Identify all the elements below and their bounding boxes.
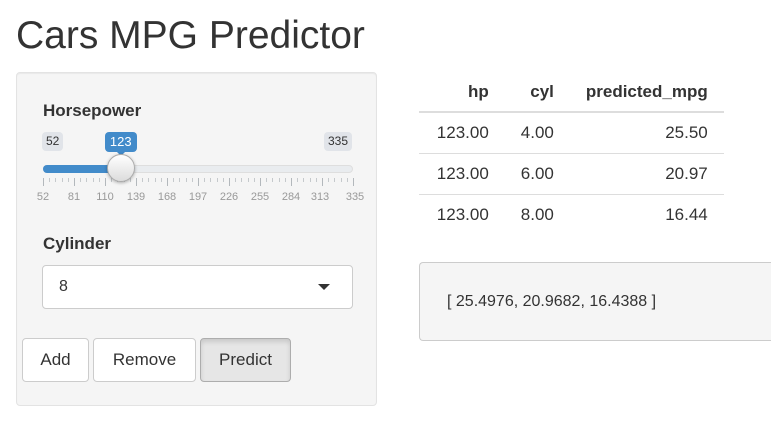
slider-tick-minor	[204, 178, 206, 182]
cylinder-selected-value: 8	[59, 278, 68, 295]
slider-tick-minor	[241, 178, 243, 182]
slider-tick-minor	[160, 178, 162, 182]
slider-tick-major	[74, 178, 75, 186]
slider-tick-minor	[309, 178, 311, 182]
cell-hp: 123.00	[419, 153, 505, 195]
slider-tick-minor	[61, 178, 63, 182]
column-header-hp: hp	[419, 72, 505, 113]
column-header-cyl: cyl	[504, 72, 570, 113]
results-table: hp cyl predicted_mpg 123.00 4.00 25.50 1…	[419, 72, 724, 235]
slider-tick-minor	[340, 178, 342, 182]
cell-cyl: 8.00	[504, 194, 570, 235]
slider-tick-minor	[191, 178, 193, 182]
slider-tick-minor	[235, 178, 237, 182]
slider-tick-label: 197	[188, 191, 208, 203]
slider-tick-major	[43, 178, 44, 186]
slider-tick-major	[167, 178, 168, 186]
slider-tick-minor	[55, 178, 57, 182]
cylinder-label: Cylinder	[43, 234, 112, 253]
slider-tick-label: 52	[36, 191, 50, 203]
slider-tick-major	[136, 178, 137, 186]
remove-button[interactable]: Remove	[93, 338, 196, 382]
slider-tick-minor	[334, 178, 336, 182]
slider-tick-minor	[247, 178, 249, 182]
slider-tick-minor	[86, 178, 88, 182]
table-header-row: hp cyl predicted_mpg	[419, 72, 724, 113]
slider-tick-label: 139	[126, 191, 146, 203]
slider-tick-minor	[328, 178, 330, 182]
input-panel: Horsepower 52 335 123 52 81 110 139 168 197 22…	[16, 72, 377, 406]
cell-cyl: 4.00	[504, 111, 570, 154]
slider-tick-minor	[49, 178, 51, 182]
slider-tick-minor	[80, 178, 82, 182]
slider-tick-minor	[278, 178, 280, 182]
prediction-output: [ 25.4976, 20.9682, 16.4388 ]	[419, 262, 771, 341]
slider-tick-minor	[222, 178, 224, 182]
slider-tick-minor	[185, 178, 187, 182]
slider-tick-minor	[272, 178, 274, 182]
predict-button[interactable]: Predict	[200, 338, 291, 382]
slider-tick-minor	[303, 178, 305, 182]
slider-tick-minor	[98, 178, 100, 182]
slider-tick-label: 313	[310, 191, 330, 203]
slider-tick-minor	[284, 178, 286, 182]
slider-tick-label: 226	[219, 191, 239, 203]
slider-tick-major	[105, 178, 106, 186]
slider-tick-label: 81	[67, 191, 81, 203]
chevron-down-icon	[318, 284, 330, 290]
cell-predicted-mpg: 25.50	[569, 111, 724, 154]
slider-tick-minor	[253, 178, 255, 182]
slider-tick-minor	[216, 178, 218, 182]
slider-tick-label: 335	[345, 191, 365, 203]
page-title: Cars MPG Predictor	[16, 14, 365, 57]
cell-predicted-mpg: 16.44	[569, 194, 724, 235]
slider-tick-label: 284	[281, 191, 301, 203]
slider-tick-major	[291, 178, 292, 186]
slider-tick-minor	[266, 178, 268, 182]
slider-tick-minor	[67, 178, 69, 182]
slider-handle[interactable]	[106, 154, 135, 182]
slider-tick-minor	[297, 178, 299, 182]
add-button[interactable]: Add	[22, 338, 89, 382]
slider-tick-major	[353, 178, 354, 186]
table-row: 123.00 4.00 25.50	[419, 111, 724, 154]
slider-tick-major	[322, 178, 323, 186]
cell-predicted-mpg: 20.97	[569, 153, 724, 195]
table-row: 123.00 8.00 16.44	[419, 194, 724, 235]
slider-tick-label: 168	[157, 191, 177, 203]
slider-tick-label: 110	[96, 191, 114, 203]
cell-hp: 123.00	[419, 111, 505, 154]
slider-tick-minor	[179, 178, 181, 182]
slider-tick-minor	[210, 178, 212, 182]
slider-tick-major	[198, 178, 199, 186]
column-header-predicted-mpg: predicted_mpg	[569, 72, 724, 113]
cylinder-select[interactable]: 8	[42, 265, 353, 309]
slider-tick-minor	[346, 178, 348, 182]
slider-tick-major	[229, 178, 230, 186]
cell-hp: 123.00	[419, 194, 505, 235]
slider-tick-minor	[142, 178, 144, 182]
slider-tick-label: 255	[250, 191, 270, 203]
table-row: 123.00 6.00 20.97	[419, 153, 724, 195]
slider-tick-minor	[173, 178, 175, 182]
slider-tick-minor	[154, 178, 156, 182]
slider-tick-minor	[148, 178, 150, 182]
slider-tick-major	[260, 178, 261, 186]
cell-cyl: 6.00	[504, 153, 570, 195]
slider-tick-minor	[315, 178, 317, 182]
slider-tick-minor	[92, 178, 94, 182]
